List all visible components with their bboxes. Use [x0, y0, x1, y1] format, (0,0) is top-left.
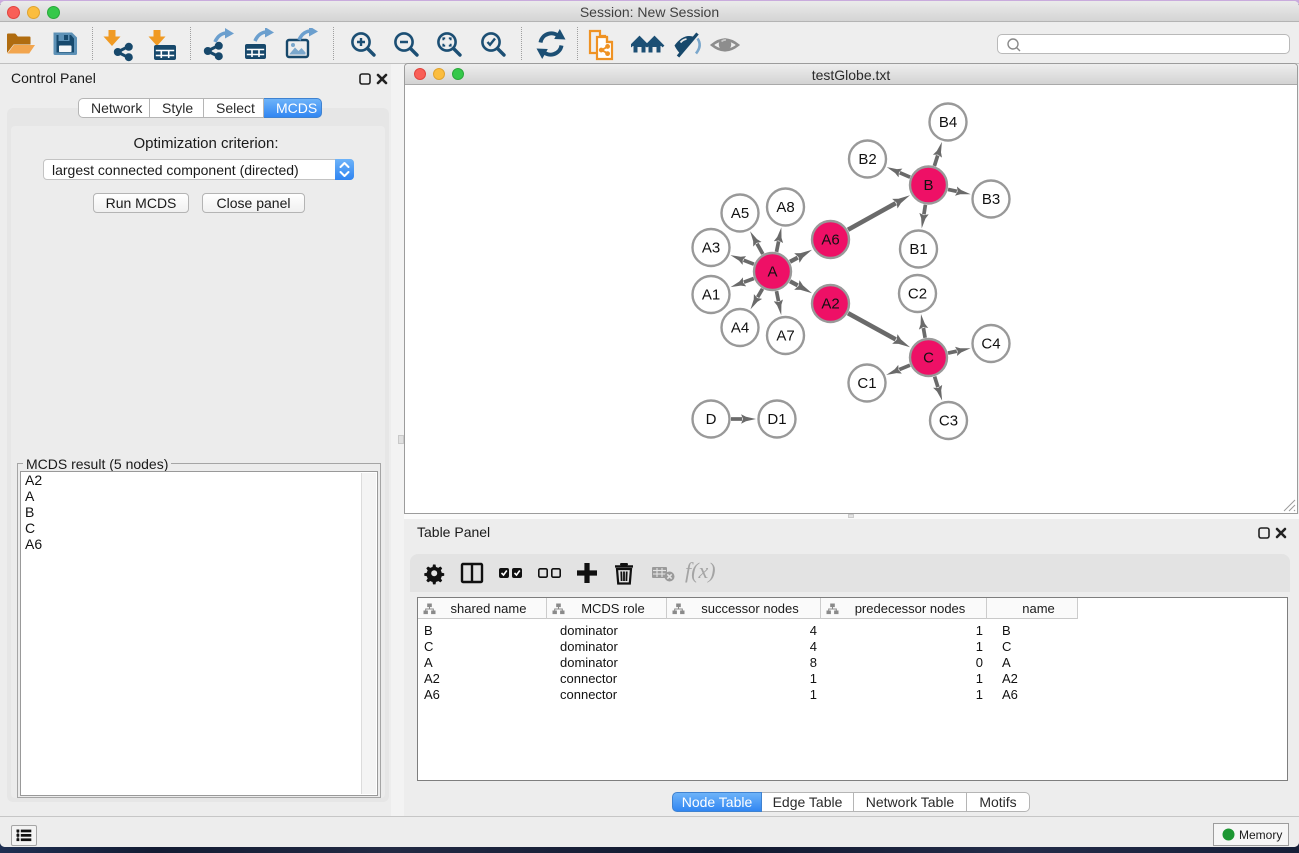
svg-text:A4: A4: [731, 320, 749, 337]
svg-text:B2: B2: [858, 151, 876, 168]
svg-text:B: B: [923, 177, 933, 194]
svg-text:C1: C1: [857, 375, 876, 392]
svg-text:B1: B1: [909, 241, 927, 258]
svg-text:A6: A6: [821, 232, 839, 249]
svg-text:A3: A3: [702, 240, 720, 257]
svg-text:C4: C4: [981, 336, 1000, 353]
svg-text:A8: A8: [776, 199, 794, 216]
svg-text:C2: C2: [908, 286, 927, 303]
svg-text:A2: A2: [821, 296, 839, 313]
svg-text:D: D: [706, 411, 717, 428]
svg-text:B4: B4: [939, 114, 957, 131]
svg-text:D1: D1: [767, 411, 786, 428]
svg-text:C: C: [923, 350, 934, 367]
svg-text:A: A: [767, 264, 777, 281]
svg-text:A1: A1: [702, 287, 720, 304]
svg-text:A5: A5: [731, 205, 749, 222]
svg-text:C3: C3: [939, 413, 958, 430]
svg-text:B3: B3: [982, 191, 1000, 208]
svg-text:A7: A7: [776, 328, 794, 345]
